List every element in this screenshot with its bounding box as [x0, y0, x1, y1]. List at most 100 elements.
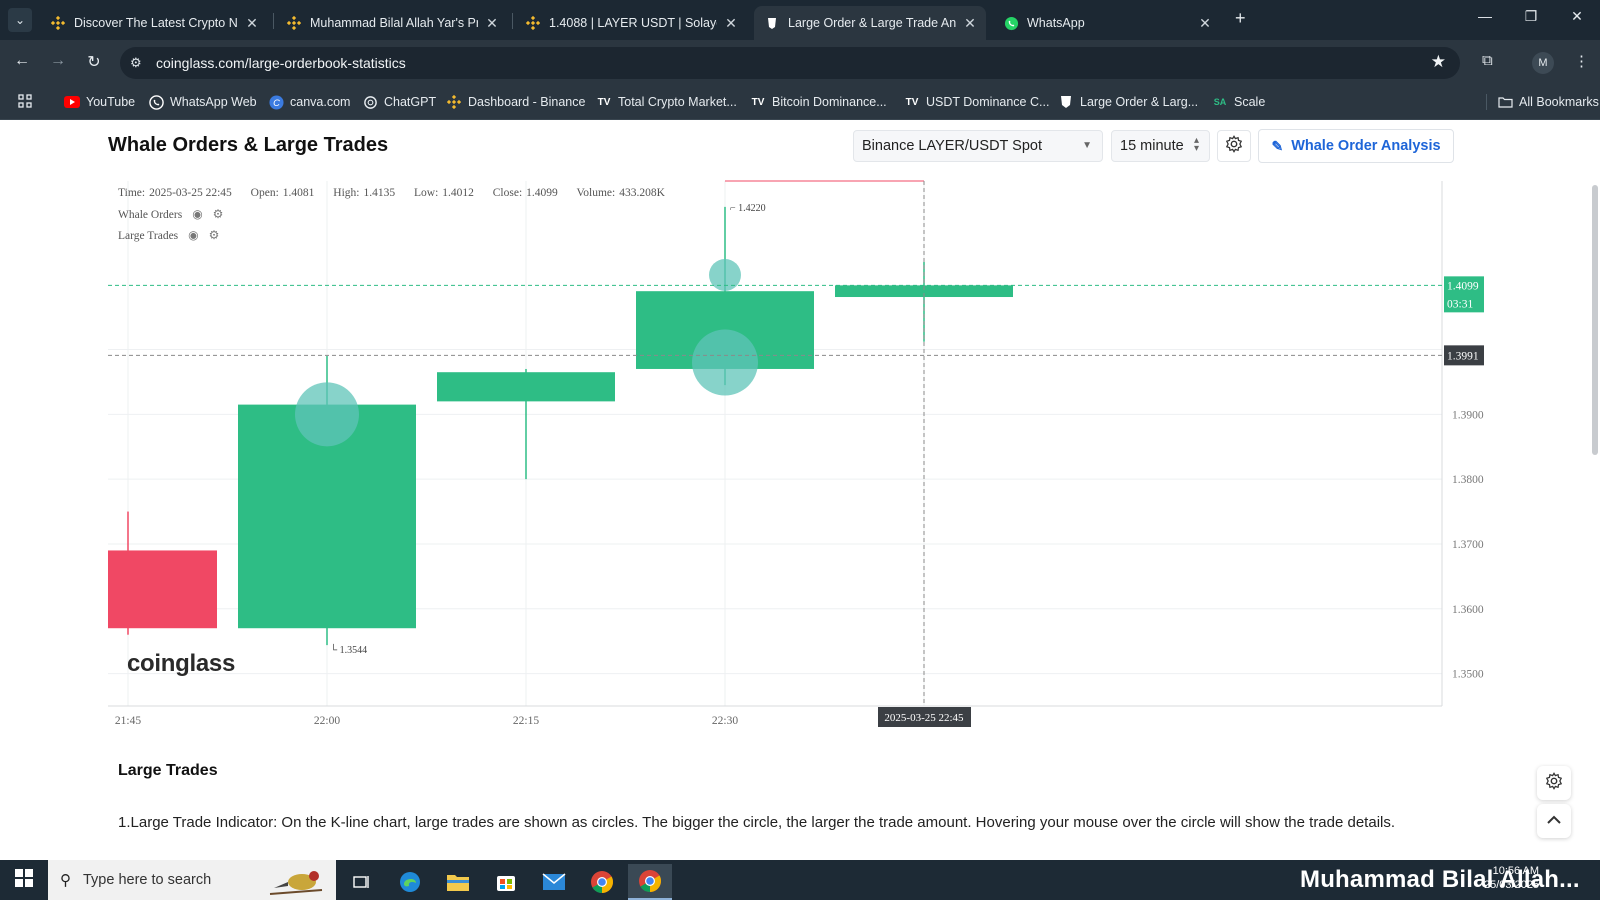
candlestick-chart[interactable]: 1.3500 1.3600 1.3700 1.3800 1.3900 21:45 22:00…: [0, 120, 1600, 730]
section-paragraph: 1.Large Trade Indicator: On the K-line c…: [118, 814, 1396, 831]
bookmark-youtube[interactable]: YouTube: [64, 94, 135, 110]
forward-button[interactable]: →: [46, 52, 70, 70]
page-scrollbar[interactable]: [1592, 185, 1598, 455]
bookmark-usdt-dominance[interactable]: TV USDT Dominance C...: [904, 94, 1050, 110]
apps-grid-icon[interactable]: [18, 94, 32, 108]
site-info-icon[interactable]: ⚙: [130, 55, 142, 71]
bookmark-whatsapp-web[interactable]: WhatsApp Web: [148, 94, 257, 110]
y-tick-label: 1.3500: [1452, 669, 1484, 681]
chrome-icon[interactable]: [580, 864, 624, 900]
eye-icon[interactable]: ◉: [192, 207, 202, 222]
new-tab-button[interactable]: +: [1235, 8, 1246, 29]
task-view-icon[interactable]: [340, 864, 384, 900]
legend-open: 1.4081: [282, 187, 315, 199]
close-icon[interactable]: ✕: [484, 15, 500, 32]
settings-float-button[interactable]: [1537, 766, 1571, 800]
bookmark-scale[interactable]: SA Scale: [1212, 94, 1266, 110]
close-icon[interactable]: ✕: [723, 15, 739, 32]
edge-icon[interactable]: [388, 864, 432, 900]
bookmark-label: YouTube: [86, 95, 136, 109]
tab-search-button[interactable]: ⌄: [8, 8, 32, 32]
whatsapp-icon: [1003, 15, 1019, 31]
binance-icon: [286, 15, 302, 31]
chrome-profile-icon[interactable]: [628, 864, 672, 900]
gear-icon[interactable]: ⚙: [213, 207, 224, 222]
scroll-top-button[interactable]: [1537, 804, 1571, 838]
tradingview-icon: TV: [597, 96, 611, 108]
legend-volume-label: Volume:: [576, 187, 616, 199]
legend-high: 1.4135: [363, 187, 396, 199]
gear-icon[interactable]: ⚙: [209, 228, 220, 243]
bookmarks-bar: YouTube WhatsApp Web C canva.com ChatGPT…: [0, 86, 1600, 120]
tab-layer-usdt[interactable]: 1.4088 | LAYER USDT | Solayer t ✕: [515, 6, 747, 40]
back-button[interactable]: ←: [10, 52, 34, 70]
binance-icon: [446, 94, 462, 110]
system-clock[interactable]: 10:56 AM 25/03/2025: [1484, 864, 1539, 892]
bookmark-label: Scale: [1234, 95, 1266, 109]
tab-whatsapp[interactable]: WhatsApp ✕: [993, 6, 1221, 40]
large-trade-circle: [709, 258, 741, 291]
candle-body: [437, 372, 615, 402]
close-icon[interactable]: ✕: [244, 15, 260, 32]
tab-separator: [512, 13, 513, 29]
tab-large-order[interactable]: Large Order & Large Trade Anal ✕: [754, 6, 986, 40]
coinglass-icon: [1058, 94, 1074, 110]
low-marker-label: └ 1.3544: [330, 643, 367, 656]
bookmark-label: ChatGPT: [384, 95, 437, 109]
coinglass-watermark: coinglass: [127, 650, 236, 677]
indicator-label: Large Trades: [118, 229, 179, 242]
chart-svg[interactable]: 1.3500 1.3600 1.3700 1.3800 1.3900 21:45 22:00…: [0, 120, 1600, 730]
bookmark-binance-dashboard[interactable]: Dashboard - Binance: [446, 94, 585, 110]
tab-title: Large Order & Large Trade Anal: [788, 16, 956, 30]
search-icon: ⚲: [60, 872, 71, 889]
legend-low: 1.4012: [442, 187, 474, 199]
coinglass-icon: [764, 15, 780, 31]
reload-button[interactable]: ↻: [82, 52, 106, 72]
minimize-button[interactable]: —: [1462, 8, 1508, 24]
tab-title: WhatsApp: [1027, 16, 1085, 30]
restore-button[interactable]: ❐: [1508, 8, 1554, 25]
bookmark-label: Large Order & Larg...: [1080, 95, 1199, 109]
y-tick-label: 1.3900: [1452, 409, 1484, 421]
store-icon[interactable]: [484, 864, 528, 900]
crosshair-price-label: 1.3991: [1447, 350, 1479, 362]
tab-discover-crypto[interactable]: Discover The Latest Crypto New ✕: [40, 6, 268, 40]
close-window-button[interactable]: ✕: [1554, 8, 1600, 25]
indicator-label: Whale Orders: [118, 208, 183, 221]
legend-low-label: Low:: [413, 187, 439, 199]
large-trade-circle: [295, 382, 359, 447]
taskbar-search[interactable]: ⚲ Type here to search: [48, 860, 336, 900]
x-tick-label: 22:15: [513, 715, 539, 727]
bookmark-canva[interactable]: C canva.com: [268, 94, 350, 110]
bookmark-star-icon[interactable]: ★: [1431, 52, 1446, 72]
all-bookmarks-button[interactable]: All Bookmarks: [1486, 94, 1599, 110]
eye-icon[interactable]: ◉: [188, 228, 198, 243]
bookmark-large-order[interactable]: Large Order & Larg...: [1058, 94, 1198, 110]
file-explorer-icon[interactable]: [436, 864, 480, 900]
windows-icon: [15, 868, 33, 892]
extensions-icon[interactable]: ⧉: [1482, 52, 1493, 69]
menu-dots-icon[interactable]: ⋮: [1574, 52, 1589, 70]
whatsapp-icon: [148, 94, 164, 110]
bookmark-total-crypto[interactable]: TV Total Crypto Market...: [596, 94, 737, 110]
bookmark-btc-dominance[interactable]: TV Bitcoin Dominance...: [750, 94, 887, 110]
chevron-up-icon: [1547, 812, 1561, 830]
bookmark-chatgpt[interactable]: ChatGPT: [362, 94, 436, 110]
legend-open-label: Open:: [250, 187, 279, 199]
url-bar[interactable]: ⚙ coinglass.com/large-orderbook-statisti…: [120, 47, 1460, 79]
start-button[interactable]: [0, 860, 48, 900]
tab-title: 1.4088 | LAYER USDT | Solayer t: [549, 16, 717, 30]
tab-profile[interactable]: Muhammad Bilal Allah Yar's Pro ✕: [276, 6, 508, 40]
tradingview-icon: TV: [905, 96, 919, 108]
youtube-icon: [64, 94, 80, 110]
high-marker-label: ⌐ 1.4220: [730, 203, 766, 214]
bookmark-label: Bitcoin Dominance...: [772, 95, 887, 109]
bird-icon: [266, 864, 326, 900]
url-text[interactable]: coinglass.com/large-orderbook-statistics: [156, 55, 406, 71]
profile-avatar[interactable]: M: [1532, 52, 1554, 74]
svg-text:C: C: [273, 97, 280, 107]
close-icon[interactable]: ✕: [1197, 15, 1213, 32]
mail-icon[interactable]: [532, 864, 576, 900]
close-icon[interactable]: ✕: [962, 15, 978, 32]
legend-time-label: Time:: [118, 187, 146, 199]
